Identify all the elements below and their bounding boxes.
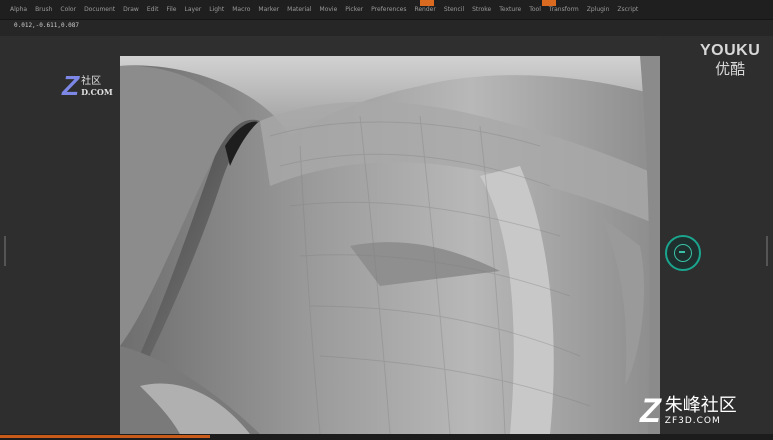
menu-macro[interactable]: Macro (232, 6, 250, 13)
timeline-progress (0, 435, 210, 438)
orange-indicator (542, 0, 556, 6)
navigation-ring-icon (674, 244, 692, 262)
menu-marker[interactable]: Marker (258, 6, 279, 13)
zf3d-watermark-top: Z 社区 D.COM (62, 72, 113, 100)
menu-material[interactable]: Material (287, 6, 311, 13)
zf3d-top-en: D.COM (81, 87, 113, 97)
menu-stencil[interactable]: Stencil (444, 6, 464, 13)
menu-color[interactable]: Color (60, 6, 76, 13)
menu-light[interactable]: Light (209, 6, 224, 13)
zf3d-watermark-bottom: Z 朱峰社区 ZF3D.COM (640, 394, 737, 428)
zf3d-logo-letter: Z (640, 392, 661, 430)
menu-preferences[interactable]: Preferences (371, 6, 406, 13)
menu-brush[interactable]: Brush (35, 6, 52, 13)
zf3d-bottom-cn: 朱峰社区 (664, 395, 737, 417)
menu-zscript[interactable]: Zscript (617, 6, 638, 13)
menu-render[interactable]: Render (414, 6, 435, 13)
zf3d-logo-letter: Z (62, 70, 80, 101)
menu-stroke[interactable]: Stroke (472, 6, 491, 13)
menu-draw[interactable]: Draw (123, 6, 139, 13)
left-tray-handle[interactable] (4, 236, 6, 266)
coordinate-readout: 0.012,-0.611,0.087 (14, 22, 80, 29)
sculpt-mesh (120, 56, 660, 434)
right-tray-handle[interactable] (766, 236, 768, 266)
menu-layer[interactable]: Layer (185, 6, 202, 13)
menu-file[interactable]: File (166, 6, 176, 13)
menu-document[interactable]: Document (84, 6, 115, 13)
menu-transform[interactable]: Transform (549, 6, 579, 13)
menu-tool[interactable]: Tool (529, 6, 541, 13)
orange-indicator (420, 0, 434, 6)
menu-picker[interactable]: Picker (345, 6, 363, 13)
youku-logo-cn: 优酷 (715, 60, 746, 78)
viewport-canvas[interactable] (120, 56, 660, 434)
menu-edit[interactable]: Edit (147, 6, 159, 13)
floating-navigation-button[interactable] (665, 235, 701, 271)
menu-alpha[interactable]: Alpha (10, 6, 27, 13)
info-strip (0, 20, 773, 36)
menu-zplugin[interactable]: Zplugin (587, 6, 610, 13)
youku-watermark: YOUKU 优酷 (700, 42, 760, 79)
menu-bar: Alpha Brush Color Document Draw Edit Fil… (0, 0, 773, 20)
menu-texture[interactable]: Texture (499, 6, 521, 13)
menu-movie[interactable]: Movie (320, 6, 338, 13)
zbrush-window: Alpha Brush Color Document Draw Edit Fil… (0, 0, 773, 440)
zf3d-top-cn: 社区 (81, 76, 102, 87)
zf3d-bottom-en: ZF3D.COM (664, 415, 721, 426)
